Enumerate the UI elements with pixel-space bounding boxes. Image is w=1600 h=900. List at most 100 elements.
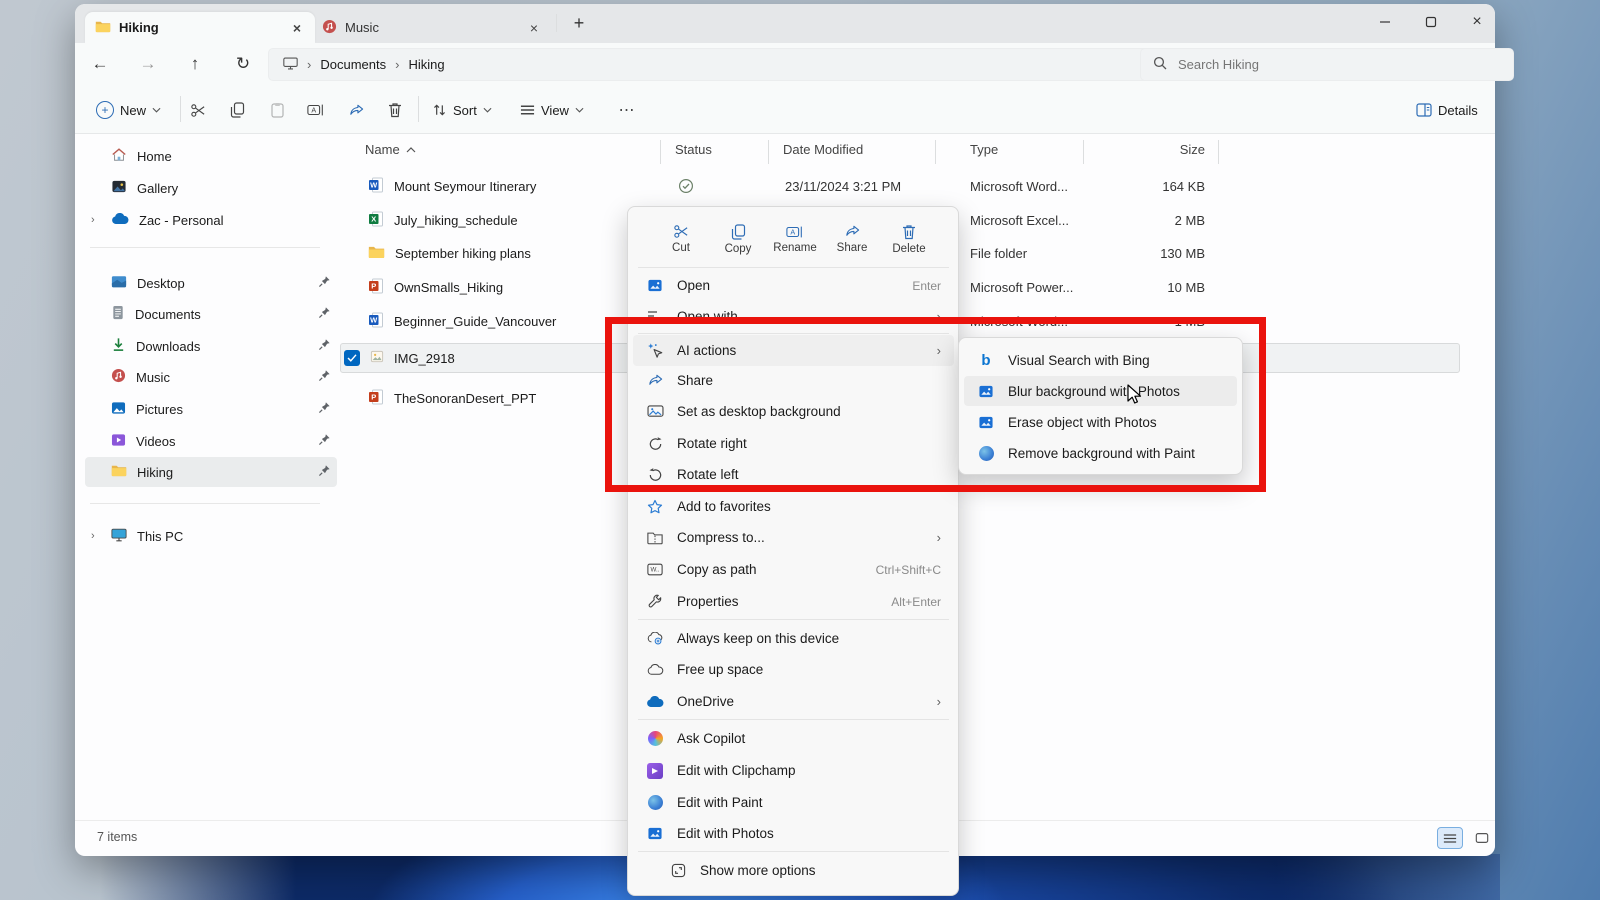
- menu-item-edit-with-photos[interactable]: Edit with Photos: [633, 818, 954, 849]
- close-tab-icon[interactable]: ×: [289, 20, 305, 36]
- items-count: 7 items: [97, 830, 137, 844]
- tab-music[interactable]: Music ×: [312, 12, 552, 43]
- table-row[interactable]: September hiking plans: [368, 238, 531, 268]
- column-separator[interactable]: [660, 140, 661, 164]
- svg-text:W: W: [370, 180, 378, 189]
- column-separator[interactable]: [1083, 140, 1084, 164]
- menu-item-compress-to[interactable]: Compress to... ›: [633, 522, 954, 553]
- copy-button[interactable]: Copy: [709, 215, 767, 263]
- rename-button[interactable]: A Rename: [766, 215, 824, 263]
- menu-item-copy-as-path[interactable]: W.. Copy as path Ctrl+Shift+C: [633, 554, 954, 585]
- paste-button[interactable]: [260, 93, 294, 127]
- column-header-status[interactable]: Status: [675, 142, 712, 157]
- sidebar-item-hiking[interactable]: Hiking: [85, 457, 337, 487]
- column-header-size[interactable]: Size: [1085, 142, 1205, 157]
- menu-item-add-to-favorites[interactable]: Add to favorites: [633, 491, 954, 522]
- table-row-selected[interactable]: IMG_2918: [344, 343, 455, 373]
- sidebar-item-gallery[interactable]: Gallery: [85, 173, 337, 203]
- sidebar-item-music[interactable]: Music: [85, 362, 337, 392]
- new-button[interactable]: + New: [86, 93, 171, 127]
- context-menu: Cut Copy A Rename Share Delete Open Ente…: [627, 206, 959, 896]
- menu-item-free-up-space[interactable]: Free up space: [633, 654, 954, 685]
- file-size: 164 KB: [1085, 179, 1205, 194]
- checkbox-checked-icon[interactable]: [344, 350, 360, 366]
- view-button[interactable]: View: [512, 93, 592, 127]
- pin-icon: [318, 433, 331, 449]
- rename-icon: A: [786, 225, 804, 239]
- home-icon: [111, 147, 127, 165]
- refresh-icon[interactable]: ↻: [228, 49, 258, 79]
- sidebar-item-videos[interactable]: Videos: [85, 426, 337, 456]
- copy-button[interactable]: [220, 93, 254, 127]
- menu-item-show-more-options[interactable]: Show more options: [633, 855, 954, 886]
- up-icon[interactable]: ↑: [180, 49, 210, 79]
- details-view-toggle[interactable]: [1437, 827, 1463, 849]
- cut-icon: [673, 224, 690, 239]
- table-row[interactable]: W Beginner_Guide_Vancouver: [368, 306, 556, 336]
- forward-icon[interactable]: →: [133, 49, 163, 79]
- delete-button[interactable]: [378, 93, 412, 127]
- tab-hiking[interactable]: Hiking ×: [85, 12, 315, 43]
- maximize-button[interactable]: [1416, 8, 1446, 36]
- copilot-icon: [646, 731, 664, 746]
- breadcrumb[interactable]: › Documents › Hiking: [268, 48, 1158, 81]
- breadcrumb-item-documents[interactable]: Documents: [320, 57, 386, 72]
- gallery-icon: [111, 179, 127, 197]
- column-header-type[interactable]: Type: [970, 142, 998, 157]
- cut-button[interactable]: Cut: [652, 215, 710, 263]
- paint-icon: [646, 795, 664, 810]
- menu-item-edit-with-clipchamp[interactable]: Edit with Clipchamp: [633, 755, 954, 786]
- documents-icon: [111, 305, 125, 323]
- new-tab-button[interactable]: +: [566, 10, 592, 36]
- menu-item-edit-with-paint[interactable]: Edit with Paint: [633, 787, 954, 818]
- menu-item-properties[interactable]: Properties Alt+Enter: [633, 586, 954, 617]
- sidebar-item-documents[interactable]: Documents: [85, 299, 337, 329]
- more-options-icon[interactable]: ⋯: [610, 93, 644, 127]
- table-row[interactable]: P OwnSmalls_Hiking: [368, 272, 503, 302]
- share-button[interactable]: Share: [823, 215, 881, 263]
- delete-icon: [902, 224, 916, 240]
- chevron-right-icon[interactable]: ›: [91, 214, 101, 226]
- videos-icon: [111, 433, 126, 450]
- sidebar-item-onedrive-personal[interactable]: › Zac - Personal: [85, 205, 337, 235]
- menu-item-always-keep-on-device[interactable]: Always keep on this device: [633, 623, 954, 654]
- downloads-icon: [111, 337, 126, 355]
- toolbar-separator: [418, 96, 419, 122]
- search-input[interactable]: [1176, 56, 1460, 73]
- sidebar-item-downloads[interactable]: Downloads: [85, 331, 337, 361]
- file-type: Microsoft Word...: [970, 179, 1068, 194]
- share-button[interactable]: [339, 93, 373, 127]
- column-separator[interactable]: [935, 140, 936, 164]
- sidebar-item-home[interactable]: Home: [85, 141, 337, 171]
- delete-button[interactable]: Delete: [880, 215, 938, 263]
- table-row[interactable]: X July_hiking_schedule: [368, 205, 518, 235]
- cut-button[interactable]: [181, 93, 215, 127]
- menu-item-onedrive[interactable]: OneDrive ›: [633, 686, 954, 717]
- thumbnail-view-toggle[interactable]: [1469, 827, 1495, 849]
- table-row[interactable]: W Mount Seymour Itinerary: [368, 171, 536, 201]
- back-icon[interactable]: ←: [85, 49, 115, 79]
- minimize-button[interactable]: [1370, 8, 1400, 36]
- rename-button[interactable]: A: [299, 93, 333, 127]
- sidebar-item-pictures[interactable]: Pictures: [85, 394, 337, 424]
- file-type: Microsoft Power...: [970, 280, 1073, 295]
- close-button[interactable]: ×: [1462, 8, 1492, 36]
- column-header-name[interactable]: Name: [365, 142, 416, 157]
- table-row[interactable]: P TheSonoranDesert_PPT: [368, 383, 536, 413]
- sort-button[interactable]: Sort: [424, 93, 500, 127]
- column-separator[interactable]: [768, 140, 769, 164]
- menu-item-open[interactable]: Open Enter: [633, 270, 954, 301]
- search-box[interactable]: [1140, 48, 1514, 81]
- menu-item-ask-copilot[interactable]: Ask Copilot: [633, 723, 954, 754]
- clipchamp-icon: [646, 763, 664, 779]
- column-separator[interactable]: [1218, 140, 1219, 164]
- details-button[interactable]: Details: [1408, 93, 1486, 127]
- desktop-icon: [111, 275, 127, 292]
- sort-ascending-icon: [406, 147, 416, 153]
- sidebar-item-this-pc[interactable]: › This PC: [85, 521, 337, 551]
- sidebar-item-desktop[interactable]: Desktop: [85, 268, 337, 298]
- close-tab-icon[interactable]: ×: [526, 20, 542, 36]
- chevron-right-icon[interactable]: ›: [91, 530, 101, 542]
- breadcrumb-item-hiking[interactable]: Hiking: [408, 57, 444, 72]
- column-header-date-modified[interactable]: Date Modified: [783, 142, 863, 157]
